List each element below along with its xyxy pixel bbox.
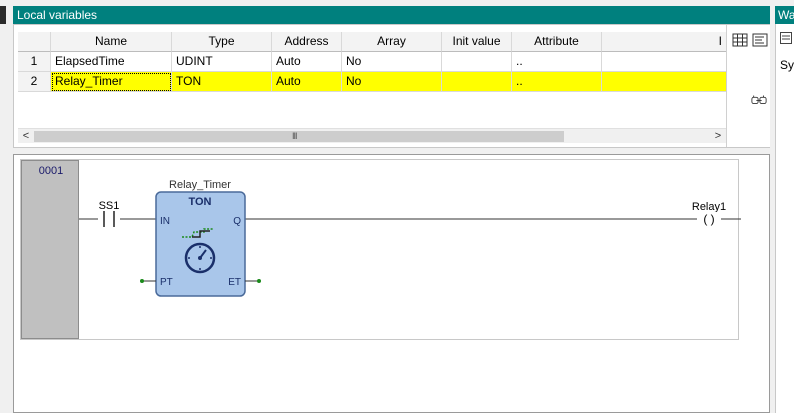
scroll-left-icon[interactable]: < [20, 129, 32, 144]
cell-init-value[interactable] [442, 52, 512, 72]
et-pin-dot[interactable] [257, 279, 261, 283]
horizontal-scrollbar[interactable]: < III > [18, 128, 726, 143]
pin-pt-label: PT [160, 277, 173, 288]
column-header-truncated[interactable]: I [602, 32, 726, 52]
column-header-array[interactable]: Array [342, 32, 442, 52]
pin-q-label: Q [233, 216, 241, 227]
scroll-thumb[interactable]: III [34, 131, 564, 142]
text-view-icon[interactable] [752, 33, 768, 47]
ladder-diagram: SS1 Relay_Timer TON IN Q PT ET Relay1 (… [79, 179, 741, 297]
table-row[interactable]: 1 ElapsedTime UDINT Auto No .. [18, 52, 726, 72]
column-header-address[interactable]: Address [272, 32, 342, 52]
table-side-toolbar [726, 25, 770, 147]
column-header-type[interactable]: Type [172, 32, 272, 52]
ladder-editor: 0001 SS1 Relay_Timer TON IN Q PT ET Rela… [13, 154, 770, 413]
column-header-index [18, 32, 51, 52]
local-variables-title: Local variables [13, 6, 770, 24]
pin-et-label: ET [228, 277, 241, 288]
cell-name[interactable]: ElapsedTime [51, 52, 172, 72]
cell-attribute[interactable]: .. [512, 52, 602, 72]
column-header-name[interactable]: Name [51, 32, 172, 52]
contact-ss1[interactable] [98, 209, 120, 229]
watch-panel-title: Wa [775, 6, 794, 24]
coil-relay1[interactable]: ( ) [703, 212, 714, 226]
cell-address[interactable]: Auto [272, 72, 342, 92]
column-header-attribute[interactable]: Attribute [512, 32, 602, 52]
cell-type[interactable]: UDINT [172, 52, 272, 72]
grid-view-icon[interactable] [732, 33, 748, 47]
cell-extra[interactable] [602, 52, 726, 72]
cell-address[interactable]: Auto [272, 52, 342, 72]
pin-in-label: IN [160, 216, 170, 227]
pt-pin-dot[interactable] [140, 279, 144, 283]
scroll-grip: III [292, 131, 297, 141]
list-icon[interactable] [780, 32, 792, 44]
row-number: 1 [18, 52, 51, 72]
contact-label: SS1 [99, 200, 120, 212]
link-icon[interactable] [751, 93, 767, 107]
scroll-right-icon[interactable]: > [712, 129, 724, 144]
cell-extra[interactable] [602, 72, 726, 92]
watch-item-label: Sy [780, 58, 794, 72]
column-header-init-value[interactable]: Init value [442, 32, 512, 52]
cell-array[interactable]: No [342, 52, 442, 72]
local-variables-panel: Name Type Address Array Init value Attri… [13, 24, 770, 148]
table-header-row: Name Type Address Array Init value Attri… [18, 32, 726, 52]
cell-init-value[interactable] [442, 72, 512, 92]
table-row[interactable]: 2 Relay_Timer TON Auto No .. [18, 72, 726, 92]
cell-name[interactable]: Relay_Timer [51, 72, 172, 92]
block-instance-name: Relay_Timer [169, 179, 231, 191]
cell-array[interactable]: No [342, 72, 442, 92]
cell-attribute[interactable]: .. [512, 72, 602, 92]
cell-type[interactable]: TON [172, 72, 272, 92]
block-type: TON [188, 196, 211, 208]
left-panel-edge [0, 6, 6, 24]
row-number: 2 [18, 72, 51, 92]
watch-panel: Sy [775, 24, 794, 413]
clock-icon [184, 242, 216, 274]
